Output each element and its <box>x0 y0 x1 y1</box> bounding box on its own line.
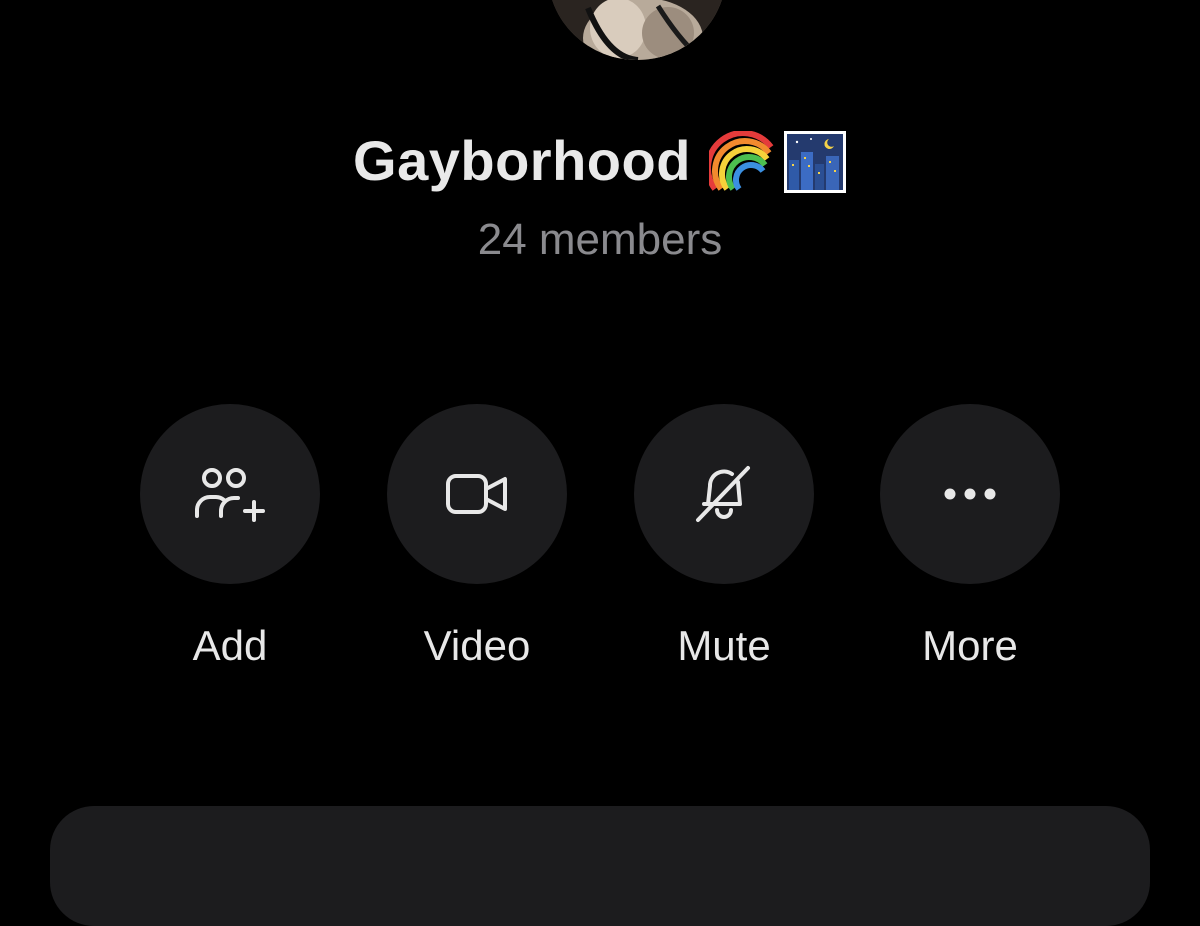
more-label: More <box>922 622 1018 669</box>
video-button[interactable]: Video <box>387 404 567 672</box>
group-avatar[interactable] <box>548 0 726 60</box>
add-button-circle[interactable] <box>140 404 320 584</box>
mute-label: Mute <box>677 622 771 669</box>
more-button-circle[interactable] <box>880 404 1060 584</box>
bottom-card <box>50 806 1150 926</box>
night-city-emoji <box>783 131 846 193</box>
group-title-row: Gayborhood <box>0 126 1200 196</box>
add-people-icon <box>195 468 265 522</box>
group-name: Gayborhood <box>353 129 691 192</box>
group-emojis <box>708 130 847 194</box>
add-button[interactable]: Add <box>140 404 320 672</box>
video-camera-icon <box>446 474 507 514</box>
ellipsis-icon <box>944 488 996 500</box>
video-button-circle[interactable] <box>387 404 567 584</box>
action-row: Add Video Mute More <box>0 404 1200 684</box>
mute-button-circle[interactable] <box>634 404 814 584</box>
member-count: 24 members <box>477 215 723 264</box>
video-label: Video <box>423 622 531 669</box>
add-label: Add <box>192 622 268 669</box>
rainbow-emoji <box>708 131 774 191</box>
more-button[interactable]: More <box>880 404 1060 672</box>
bell-slash-icon <box>696 466 750 522</box>
mute-button[interactable]: Mute <box>634 404 814 672</box>
